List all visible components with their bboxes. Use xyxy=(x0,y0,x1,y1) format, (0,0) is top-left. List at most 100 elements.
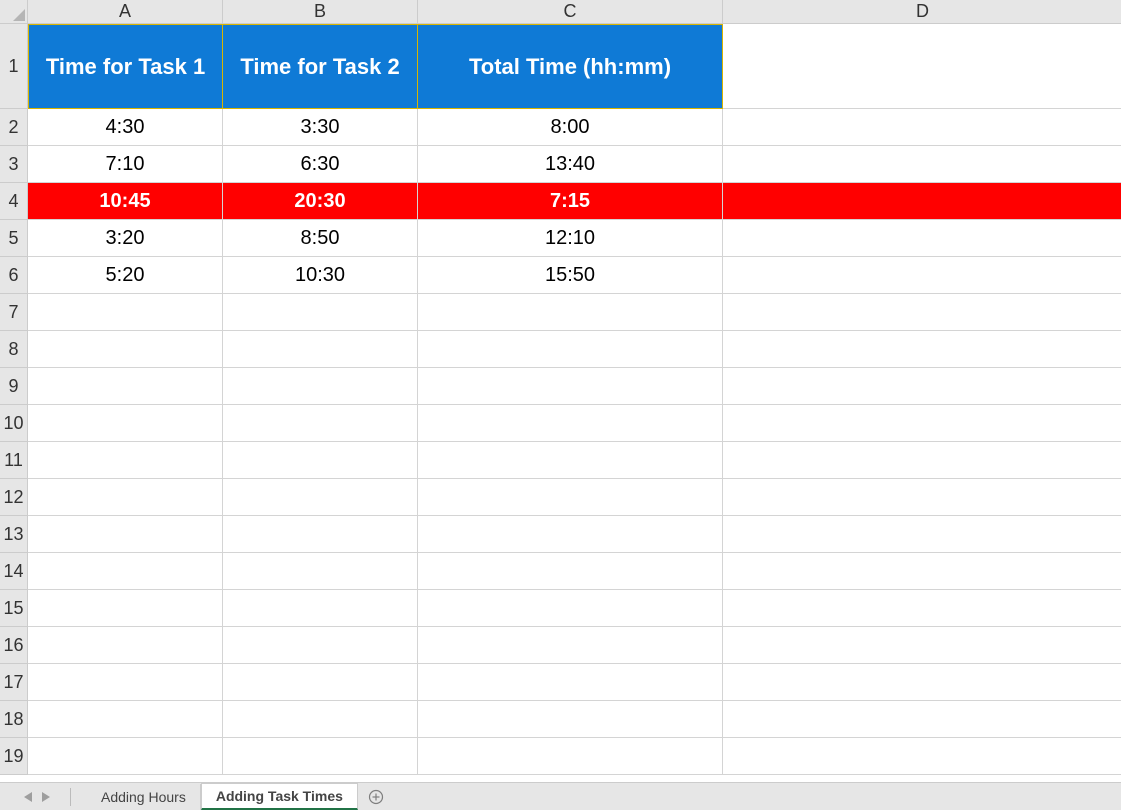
row-header-10[interactable]: 10 xyxy=(0,405,28,442)
cell-d3[interactable] xyxy=(723,146,1121,183)
cell-a17[interactable] xyxy=(28,664,223,701)
cell-a15[interactable] xyxy=(28,590,223,627)
sheet-tab-adding-hours[interactable]: Adding Hours xyxy=(87,784,201,810)
cell-b19[interactable] xyxy=(223,738,418,775)
cell-d18[interactable] xyxy=(723,701,1121,738)
cell-c6[interactable]: 15:50 xyxy=(418,257,723,294)
row-header-3[interactable]: 3 xyxy=(0,146,28,183)
cell-c17[interactable] xyxy=(418,664,723,701)
cell-d19[interactable] xyxy=(723,738,1121,775)
cell-c18[interactable] xyxy=(418,701,723,738)
cell-c13[interactable] xyxy=(418,516,723,553)
row-header-11[interactable]: 11 xyxy=(0,442,28,479)
cell-d13[interactable] xyxy=(723,516,1121,553)
cell-c10[interactable] xyxy=(418,405,723,442)
row-header-12[interactable]: 12 xyxy=(0,479,28,516)
column-header-c[interactable]: C xyxy=(418,0,723,24)
row-header-13[interactable]: 13 xyxy=(0,516,28,553)
cell-c8[interactable] xyxy=(418,331,723,368)
row-header-16[interactable]: 16 xyxy=(0,627,28,664)
row-header-15[interactable]: 15 xyxy=(0,590,28,627)
row-header-5[interactable]: 5 xyxy=(0,220,28,257)
row-header-9[interactable]: 9 xyxy=(0,368,28,405)
cell-c12[interactable] xyxy=(418,479,723,516)
cell-a4[interactable]: 10:45 xyxy=(28,183,223,220)
cell-d5[interactable] xyxy=(723,220,1121,257)
row-header-19[interactable]: 19 xyxy=(0,738,28,775)
cell-c19[interactable] xyxy=(418,738,723,775)
cell-a10[interactable] xyxy=(28,405,223,442)
row-header-8[interactable]: 8 xyxy=(0,331,28,368)
cell-d6[interactable] xyxy=(723,257,1121,294)
cell-a11[interactable] xyxy=(28,442,223,479)
cell-d12[interactable] xyxy=(723,479,1121,516)
row-header-7[interactable]: 7 xyxy=(0,294,28,331)
cell-a5[interactable]: 3:20 xyxy=(28,220,223,257)
tab-nav-buttons[interactable] xyxy=(0,788,87,806)
cell-c2[interactable]: 8:00 xyxy=(418,109,723,146)
cell-c4[interactable]: 7:15 xyxy=(418,183,723,220)
cell-d9[interactable] xyxy=(723,368,1121,405)
cell-d10[interactable] xyxy=(723,405,1121,442)
row-header-2[interactable]: 2 xyxy=(0,109,28,146)
cell-a6[interactable]: 5:20 xyxy=(28,257,223,294)
cell-c15[interactable] xyxy=(418,590,723,627)
cell-b16[interactable] xyxy=(223,627,418,664)
cell-d1[interactable] xyxy=(723,24,1121,109)
cell-b15[interactable] xyxy=(223,590,418,627)
cell-a16[interactable] xyxy=(28,627,223,664)
column-header-b[interactable]: B xyxy=(223,0,418,24)
cell-c9[interactable] xyxy=(418,368,723,405)
cell-b17[interactable] xyxy=(223,664,418,701)
cell-d8[interactable] xyxy=(723,331,1121,368)
cell-c14[interactable] xyxy=(418,553,723,590)
row-header-18[interactable]: 18 xyxy=(0,701,28,738)
cell-d2[interactable] xyxy=(723,109,1121,146)
add-sheet-button[interactable] xyxy=(358,789,394,805)
column-header-a[interactable]: A xyxy=(28,0,223,24)
cell-a9[interactable] xyxy=(28,368,223,405)
sheet-tab-adding-task-times[interactable]: Adding Task Times xyxy=(201,783,358,810)
row-header-1[interactable]: 1 xyxy=(0,24,28,109)
cell-d11[interactable] xyxy=(723,442,1121,479)
cell-c11[interactable] xyxy=(418,442,723,479)
cell-b9[interactable] xyxy=(223,368,418,405)
row-header-14[interactable]: 14 xyxy=(0,553,28,590)
cell-b1[interactable]: Time for Task 2 xyxy=(223,24,418,109)
column-header-d[interactable]: D xyxy=(723,0,1121,24)
cell-b7[interactable] xyxy=(223,294,418,331)
cell-b6[interactable]: 10:30 xyxy=(223,257,418,294)
cell-d14[interactable] xyxy=(723,553,1121,590)
cell-d16[interactable] xyxy=(723,627,1121,664)
cell-c1[interactable]: Total Time (hh:mm) xyxy=(418,24,723,109)
row-header-17[interactable]: 17 xyxy=(0,664,28,701)
row-header-6[interactable]: 6 xyxy=(0,257,28,294)
cell-b14[interactable] xyxy=(223,553,418,590)
cell-b3[interactable]: 6:30 xyxy=(223,146,418,183)
cell-b12[interactable] xyxy=(223,479,418,516)
cell-d17[interactable] xyxy=(723,664,1121,701)
cell-a13[interactable] xyxy=(28,516,223,553)
cell-a7[interactable] xyxy=(28,294,223,331)
cell-a1[interactable]: Time for Task 1 xyxy=(28,24,223,109)
cell-b2[interactable]: 3:30 xyxy=(223,109,418,146)
cell-a8[interactable] xyxy=(28,331,223,368)
cell-a12[interactable] xyxy=(28,479,223,516)
cell-c3[interactable]: 13:40 xyxy=(418,146,723,183)
cell-b11[interactable] xyxy=(223,442,418,479)
cell-d4[interactable] xyxy=(723,183,1121,220)
select-all-button[interactable] xyxy=(0,0,28,24)
cell-a19[interactable] xyxy=(28,738,223,775)
cell-d7[interactable] xyxy=(723,294,1121,331)
cell-c16[interactable] xyxy=(418,627,723,664)
cell-b8[interactable] xyxy=(223,331,418,368)
cell-a14[interactable] xyxy=(28,553,223,590)
cell-a18[interactable] xyxy=(28,701,223,738)
cell-d15[interactable] xyxy=(723,590,1121,627)
cell-b4[interactable]: 20:30 xyxy=(223,183,418,220)
cell-b13[interactable] xyxy=(223,516,418,553)
cell-c5[interactable]: 12:10 xyxy=(418,220,723,257)
cell-b5[interactable]: 8:50 xyxy=(223,220,418,257)
row-header-4[interactable]: 4 xyxy=(0,183,28,220)
cell-b18[interactable] xyxy=(223,701,418,738)
